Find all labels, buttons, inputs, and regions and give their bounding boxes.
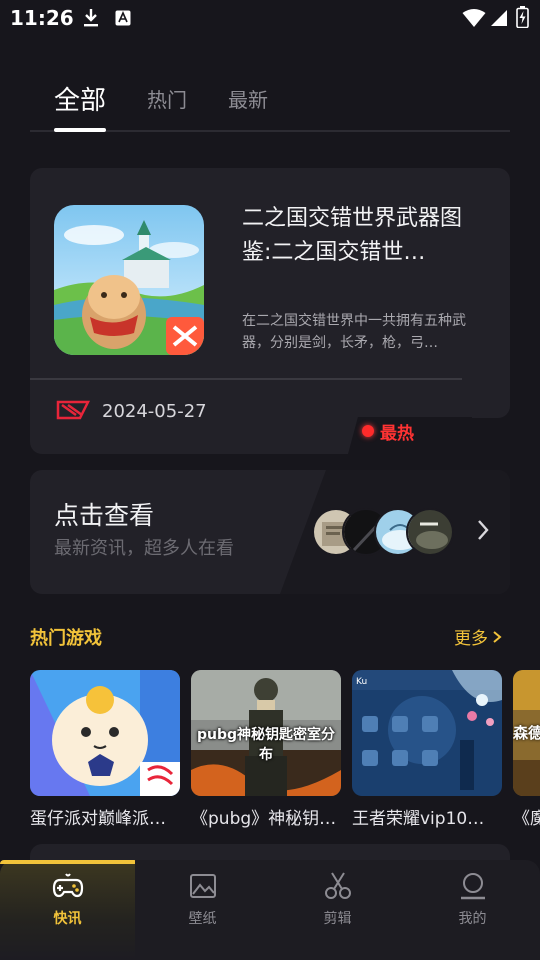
gamepad-icon — [52, 873, 83, 898]
view-card-subtitle: 最新资讯，超多人在看 — [54, 538, 234, 559]
signal-icon — [490, 9, 508, 31]
game-card[interactable]: 森德 《魔 — [513, 670, 540, 829]
wifi-icon — [462, 8, 486, 32]
featured-title: 二之国交错世界武器图鉴:二之国交错世… — [242, 206, 463, 265]
game-card[interactable]: Ku 王者荣耀vip10… — [352, 670, 502, 829]
nav-item-edit[interactable]: 剪辑 — [270, 870, 405, 950]
nav-label: 壁纸 — [188, 911, 217, 927]
game-card[interactable]: pubg神秘钥匙密室分布 《pubg》神秘钥匙… — [191, 670, 341, 829]
featured-description: 在二之国交错世界中一共拥有五种武器，分别是剑，长矛，枪，弓… — [242, 313, 466, 351]
app-store-icon — [115, 10, 131, 30]
game-name: 《魔 — [513, 809, 540, 829]
bottom-navigation: 快讯 壁纸 剪辑 我的 — [0, 860, 540, 960]
source-logo-icon — [56, 400, 91, 424]
nav-label: 我的 — [458, 911, 487, 927]
hot-games-list: 蛋仔派对巅峰派对… pubg神秘钥匙密室分布 《pubg》神秘钥匙… Ku 王者… — [30, 670, 540, 840]
hot-games-title: 热门游戏 — [30, 628, 102, 649]
svg-text:Ku: Ku — [356, 677, 367, 687]
thumbnail-overlay-text: pubg神秘钥匙密室分布 — [196, 727, 336, 763]
status-bar: 11:26 — [0, 0, 540, 36]
chevron-right-icon — [493, 630, 502, 643]
featured-thumbnail — [54, 205, 204, 355]
divider — [30, 378, 462, 380]
avatar-stack — [312, 508, 462, 556]
tab-latest[interactable]: 最新 — [228, 84, 268, 113]
game-thumbnail: Ku — [352, 670, 502, 796]
nav-item-wallpaper[interactable]: 壁纸 — [135, 870, 270, 950]
featured-date: 2024-05-27 — [102, 401, 207, 422]
game-thumbnail — [30, 670, 180, 796]
chevron-right-icon — [476, 518, 490, 546]
tab-hot[interactable]: 热门 — [147, 84, 187, 113]
status-time: 11:26 — [10, 6, 74, 30]
nav-item-news[interactable]: 快讯 — [0, 870, 135, 950]
view-more-card[interactable]: 点击查看 最新资讯，超多人在看 — [30, 470, 510, 594]
more-games-link[interactable]: 更多 — [454, 624, 502, 649]
download-icon — [82, 8, 100, 32]
hot-badge: 最热 — [362, 419, 414, 444]
user-icon — [460, 873, 485, 900]
active-nav-indicator — [0, 860, 135, 864]
featured-article-card[interactable]: 二之国交错世界武器图鉴:二之国交错世… 在二之国交错世界中一共拥有五种武器，分别… — [30, 168, 510, 454]
game-card[interactable]: 蛋仔派对巅峰派对… — [30, 670, 180, 829]
tab-bar: 全部 热门 最新 — [30, 80, 510, 132]
game-thumbnail: pubg神秘钥匙密室分布 — [191, 670, 341, 796]
tab-indicator — [54, 128, 106, 132]
nav-label: 剪辑 — [323, 911, 352, 927]
hot-dot-icon — [362, 425, 374, 437]
game-name: 蛋仔派对巅峰派对… — [30, 809, 180, 829]
game-name: 《pubg》神秘钥匙… — [191, 809, 341, 829]
thumbnail-overlay-text: 森德 — [513, 724, 540, 742]
game-name: 王者荣耀vip10… — [352, 809, 485, 829]
nav-item-profile[interactable]: 我的 — [405, 870, 540, 950]
avatar — [406, 508, 454, 556]
image-icon — [189, 874, 216, 898]
view-card-title: 点击查看 — [54, 501, 155, 530]
battery-icon — [516, 6, 529, 32]
game-thumbnail: 森德 — [513, 670, 540, 796]
hot-label: 最热 — [380, 423, 414, 444]
nav-label: 快讯 — [53, 911, 82, 927]
tab-all[interactable]: 全部 — [54, 80, 106, 117]
more-label: 更多 — [454, 629, 488, 649]
scissors-icon — [324, 872, 351, 899]
